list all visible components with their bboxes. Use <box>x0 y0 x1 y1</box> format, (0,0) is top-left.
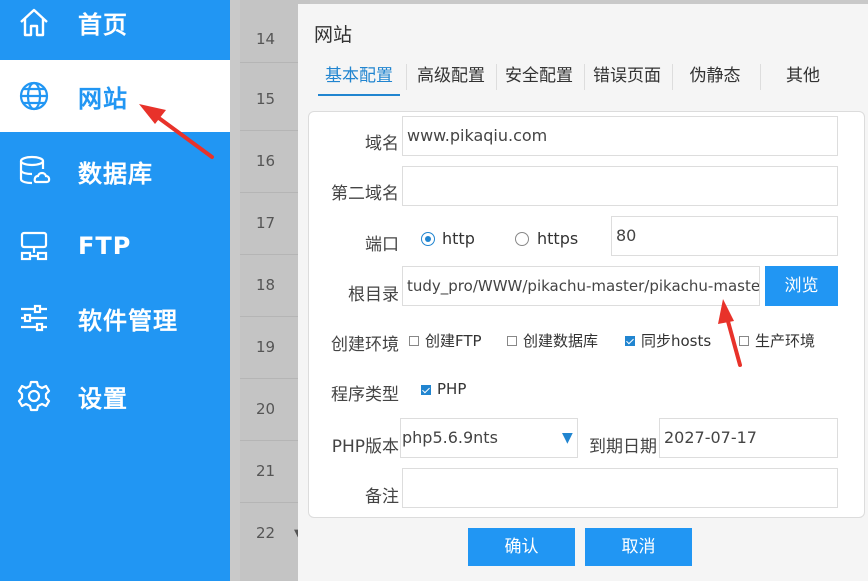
expiry-label: 到期日期 <box>589 437 657 457</box>
create-ftp-label: 创建FTP <box>425 332 482 350</box>
sidebar-item-software[interactable]: 软件管理 <box>0 282 230 354</box>
https-radio-label: https <box>537 229 579 248</box>
expiry-date-input[interactable]: 2027-07-17 <box>659 418 838 458</box>
sync-hosts-label: 同步hosts <box>641 332 712 350</box>
port-input[interactable]: 80 <box>611 216 838 256</box>
port-label: 端口 <box>365 235 399 255</box>
sidebar-item-label: FTP <box>78 232 132 260</box>
chevron-down-icon[interactable]: ▼ <box>562 430 573 446</box>
gear-icon <box>16 378 52 414</box>
http-radio[interactable] <box>421 232 435 246</box>
domain-label: 域名 <box>365 134 399 154</box>
basic-config-form: 域名 www.pikaqiu.com 第二域名 端口 http https 80… <box>308 111 865 518</box>
confirm-button[interactable]: 确认 <box>468 528 575 566</box>
sidebar-item-settings[interactable]: 设置 <box>0 360 230 432</box>
sidebar-item-home[interactable]: 首页 <box>0 0 230 58</box>
row-number: 21 <box>256 462 276 480</box>
row-number: 19 <box>256 338 276 356</box>
tab-basic[interactable]: 基本配置 <box>318 60 400 96</box>
php-checkbox[interactable] <box>421 385 431 395</box>
row-number: 18 <box>256 276 276 294</box>
tab-security[interactable]: 安全配置 <box>496 60 582 96</box>
row-number: 17 <box>256 214 276 232</box>
ftp-icon <box>16 228 52 264</box>
globe-icon <box>16 78 52 114</box>
sidebar-item-label: 数据库 <box>78 159 153 188</box>
note-input[interactable] <box>402 468 838 508</box>
row-number: 22 <box>256 524 276 542</box>
create-ftp-checkbox[interactable] <box>409 336 419 346</box>
row-number: 16 <box>256 152 276 170</box>
program-type-label: 程序类型 <box>331 385 399 405</box>
create-db-label: 创建数据库 <box>523 332 599 350</box>
sliders-icon <box>16 300 52 336</box>
php-version-value: php5.6.9nts <box>402 428 498 447</box>
php-version-select[interactable]: php5.6.9nts <box>400 418 578 458</box>
domain-input[interactable]: www.pikaqiu.com <box>402 116 838 156</box>
sidebar-item-label: 首页 <box>78 10 128 39</box>
https-radio[interactable] <box>515 232 529 246</box>
http-radio-label: http <box>442 229 475 248</box>
sidebar: 首页 网站 数据库 FTP 软件管理 设置 <box>0 0 230 581</box>
dialog-title: 网站 <box>314 24 353 46</box>
sidebar-item-database[interactable]: 数据库 <box>0 135 230 207</box>
database-icon <box>16 153 52 189</box>
row-number: 15 <box>256 90 276 108</box>
sync-hosts-checkbox[interactable] <box>625 336 635 346</box>
create-db-checkbox[interactable] <box>507 336 517 346</box>
row-number: 14 <box>256 30 276 48</box>
second-domain-input[interactable] <box>402 166 838 206</box>
cancel-button[interactable]: 取消 <box>585 528 692 566</box>
production-env-label: 生产环境 <box>755 332 816 350</box>
row-number: 20 <box>256 400 276 418</box>
tab-rewrite[interactable]: 伪静态 <box>672 60 758 96</box>
tab-error-pages[interactable]: 错误页面 <box>584 60 670 96</box>
sidebar-item-label: 设置 <box>78 384 128 413</box>
php-version-label: PHP版本 <box>331 437 399 457</box>
tab-advanced[interactable]: 高级配置 <box>408 60 494 96</box>
note-label: 备注 <box>365 487 399 507</box>
sidebar-item-website[interactable]: 网站 <box>0 60 230 132</box>
env-label: 创建环境 <box>331 335 399 355</box>
sidebar-item-label: 网站 <box>78 84 128 113</box>
php-checkbox-label: PHP <box>437 380 467 398</box>
root-dir-label: 根目录 <box>348 285 399 305</box>
root-dir-input[interactable]: tudy_pro/WWW/pikachu-master/pikachu-mast… <box>402 266 760 306</box>
sidebar-item-ftp[interactable]: FTP <box>0 210 230 282</box>
second-domain-label: 第二域名 <box>331 184 399 204</box>
website-dialog: 网站 基本配置 高级配置 安全配置 错误页面 伪静态 其他 域名 www.pik… <box>298 4 868 581</box>
tab-divider <box>406 64 407 90</box>
browse-button[interactable]: 浏览 <box>765 266 838 306</box>
home-icon <box>16 4 52 40</box>
tab-other[interactable]: 其他 <box>760 60 846 96</box>
production-env-checkbox[interactable] <box>739 336 749 346</box>
sidebar-item-label: 软件管理 <box>78 306 178 335</box>
tab-bar: 基本配置 高级配置 安全配置 错误页面 伪静态 其他 <box>316 60 856 98</box>
